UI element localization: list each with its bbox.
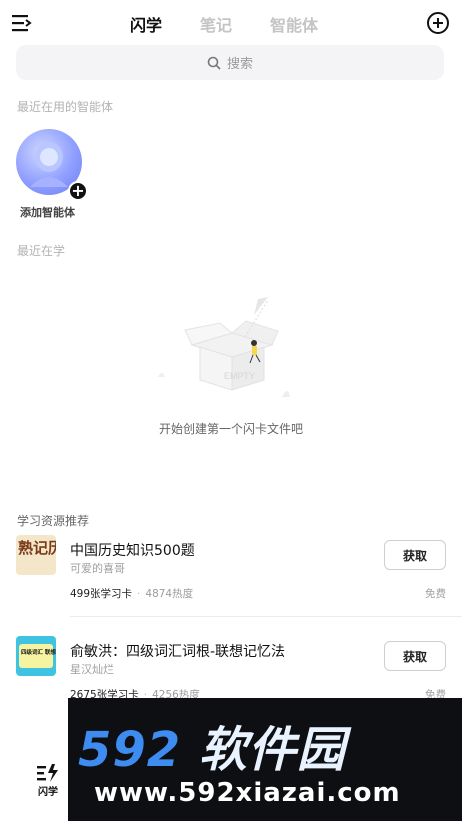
thumb-text-vocab: 四级词汇 联想记忆法 [21, 648, 56, 656]
resource-thumbnail: 四级词汇 联想记忆法 [16, 636, 56, 676]
top-bar: 闪学 笔记 智能体 [0, 0, 462, 46]
resource-thumbnail: 熟记历史 [16, 535, 56, 575]
watermark-brand: 592 软件园 [78, 710, 346, 780]
top-tabs: 闪学 笔记 智能体 [0, 12, 462, 36]
nav-label: 闪学 [38, 787, 58, 798]
get-button[interactable]: 获取 [384, 540, 446, 570]
empty-state-text: 开始创建第一个闪卡文件吧 [158, 422, 303, 436]
card-count: 499张学习卡 [70, 588, 133, 600]
resource-title[interactable]: 俞敏洪：四级词汇词根-联想记忆法 [70, 641, 285, 661]
get-button[interactable]: 获取 [384, 641, 446, 671]
flash-learn-icon [37, 764, 58, 782]
divider [70, 616, 462, 617]
resource-author: 星汉灿烂 [70, 663, 114, 676]
tab-agents[interactable]: 智能体 [270, 12, 318, 36]
watermark-overlay: 592 软件园 www.592xiazai.com [68, 698, 462, 821]
section-label-recent-agents: 最近在用的智能体 [17, 100, 114, 114]
empty-box-illustration: EMPTY [158, 297, 290, 397]
tab-notes[interactable]: 笔记 [200, 12, 232, 36]
price-label: 免费 [425, 588, 446, 600]
section-label-resources: 学习资源推荐 [17, 514, 90, 528]
watermark-digits: 592 [78, 722, 182, 778]
tab-shanxue[interactable]: 闪学 [130, 12, 162, 36]
heat-count: 4874热度 [145, 588, 194, 600]
watermark-url: www.592xiazai.com [94, 778, 401, 808]
thumb-text-history: 熟记历史 [18, 539, 56, 557]
nav-item-shanxue[interactable]: 闪学 [28, 763, 68, 798]
search-bar[interactable]: 搜索 [16, 45, 444, 80]
section-label-recent-study: 最近在学 [17, 244, 66, 258]
watermark-cn: 软件园 [198, 722, 346, 778]
search-icon [207, 56, 221, 70]
add-circle-icon[interactable] [426, 11, 450, 35]
resource-title[interactable]: 中国历史知识500题 [70, 540, 195, 560]
resource-meta: 499张学习卡 · 4874热度 [70, 588, 194, 600]
plus-badge-icon[interactable]: + [68, 181, 88, 201]
resource-author: 可爱的喜哥 [70, 562, 125, 575]
resource-card[interactable]: 熟记历史 中国历史知识500题 可爱的喜哥 获取 499张学习卡·4874热度 … [16, 535, 446, 621]
empty-badge-text: EMPTY [224, 371, 255, 381]
add-agent-label: 添加智能体 [20, 206, 75, 219]
search-placeholder: 搜索 [226, 57, 253, 72]
add-agent-avatar[interactable]: + [16, 129, 88, 201]
